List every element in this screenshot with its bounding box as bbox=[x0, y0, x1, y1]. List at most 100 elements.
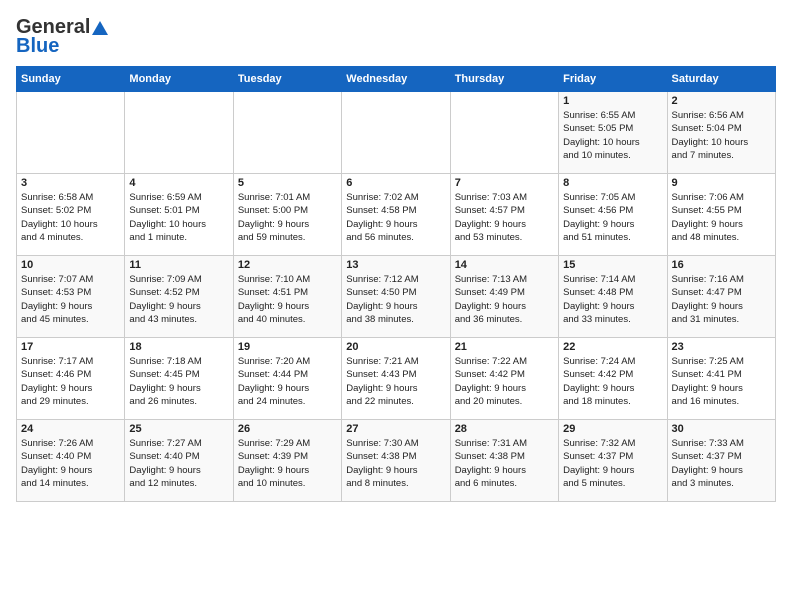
week-row-3: 17 Sunrise: 7:17 AM Sunset: 4:46 PM Dayli… bbox=[17, 338, 776, 420]
day-number: 23 bbox=[672, 341, 771, 353]
calendar-cell: 12 Sunrise: 7:10 AM Sunset: 4:51 PM Dayli… bbox=[233, 256, 341, 338]
calendar-cell: 29 Sunrise: 7:32 AM Sunset: 4:37 PM Dayli… bbox=[559, 420, 667, 502]
week-row-4: 24 Sunrise: 7:26 AM Sunset: 4:40 PM Dayli… bbox=[17, 420, 776, 502]
day-info: Sunrise: 7:14 AM Sunset: 4:48 PM Dayligh… bbox=[563, 273, 662, 326]
calendar-cell: 2 Sunrise: 6:56 AM Sunset: 5:04 PM Daylig… bbox=[667, 92, 775, 174]
calendar-cell: 16 Sunrise: 7:16 AM Sunset: 4:47 PM Dayli… bbox=[667, 256, 775, 338]
calendar-cell bbox=[125, 92, 233, 174]
day-number: 11 bbox=[129, 259, 228, 271]
calendar-cell: 20 Sunrise: 7:21 AM Sunset: 4:43 PM Dayli… bbox=[342, 338, 450, 420]
calendar-cell: 26 Sunrise: 7:29 AM Sunset: 4:39 PM Dayli… bbox=[233, 420, 341, 502]
day-number: 12 bbox=[238, 259, 337, 271]
day-info: Sunrise: 7:03 AM Sunset: 4:57 PM Dayligh… bbox=[455, 191, 554, 244]
week-row-1: 3Sunrise: 6:58 AM Sunset: 5:02 PM Daylig… bbox=[17, 174, 776, 256]
logo-triangle-icon bbox=[92, 21, 108, 35]
logo-blue: Blue bbox=[16, 35, 59, 58]
weekday-header-tuesday: Tuesday bbox=[233, 67, 341, 92]
day-info: Sunrise: 7:20 AM Sunset: 4:44 PM Dayligh… bbox=[238, 355, 337, 408]
weekday-header-wednesday: Wednesday bbox=[342, 67, 450, 92]
calendar-cell: 9 Sunrise: 7:06 AM Sunset: 4:55 PM Daylig… bbox=[667, 174, 775, 256]
day-info: Sunrise: 7:18 AM Sunset: 4:45 PM Dayligh… bbox=[129, 355, 228, 408]
day-info: Sunrise: 7:13 AM Sunset: 4:49 PM Dayligh… bbox=[455, 273, 554, 326]
day-number: 4 bbox=[129, 177, 228, 189]
calendar-cell: 22 Sunrise: 7:24 AM Sunset: 4:42 PM Dayli… bbox=[559, 338, 667, 420]
calendar-cell: 11Sunrise: 7:09 AM Sunset: 4:52 PM Dayli… bbox=[125, 256, 233, 338]
day-info: Sunrise: 7:22 AM Sunset: 4:42 PM Dayligh… bbox=[455, 355, 554, 408]
day-info: Sunrise: 7:29 AM Sunset: 4:39 PM Dayligh… bbox=[238, 437, 337, 490]
day-info: Sunrise: 7:24 AM Sunset: 4:42 PM Dayligh… bbox=[563, 355, 662, 408]
weekday-header-thursday: Thursday bbox=[450, 67, 558, 92]
week-row-0: 1 Sunrise: 6:55 AM Sunset: 5:05 PM Daylig… bbox=[17, 92, 776, 174]
day-number: 14 bbox=[455, 259, 554, 271]
calendar-cell: 13 Sunrise: 7:12 AM Sunset: 4:50 PM Dayli… bbox=[342, 256, 450, 338]
day-number: 17 bbox=[21, 341, 120, 353]
day-number: 22 bbox=[563, 341, 662, 353]
day-number: 9 bbox=[672, 177, 771, 189]
weekday-header-friday: Friday bbox=[559, 67, 667, 92]
day-info: Sunrise: 7:16 AM Sunset: 4:47 PM Dayligh… bbox=[672, 273, 771, 326]
day-number: 5 bbox=[238, 177, 337, 189]
day-number: 6 bbox=[346, 177, 445, 189]
calendar-cell: 30Sunrise: 7:33 AM Sunset: 4:37 PM Dayli… bbox=[667, 420, 775, 502]
calendar-table: SundayMondayTuesdayWednesdayThursdayFrid… bbox=[16, 66, 776, 502]
weekday-header-sunday: Sunday bbox=[17, 67, 125, 92]
day-number: 10 bbox=[21, 259, 120, 271]
day-number: 18 bbox=[129, 341, 228, 353]
page-header: General Blue bbox=[16, 16, 776, 58]
calendar-cell: 24 Sunrise: 7:26 AM Sunset: 4:40 PM Dayli… bbox=[17, 420, 125, 502]
day-number: 20 bbox=[346, 341, 445, 353]
calendar-cell bbox=[233, 92, 341, 174]
day-info: Sunrise: 7:01 AM Sunset: 5:00 PM Dayligh… bbox=[238, 191, 337, 244]
day-info: Sunrise: 7:05 AM Sunset: 4:56 PM Dayligh… bbox=[563, 191, 662, 244]
calendar-cell bbox=[17, 92, 125, 174]
calendar-cell: 18 Sunrise: 7:18 AM Sunset: 4:45 PM Dayli… bbox=[125, 338, 233, 420]
day-number: 7 bbox=[455, 177, 554, 189]
calendar-cell: 17 Sunrise: 7:17 AM Sunset: 4:46 PM Dayli… bbox=[17, 338, 125, 420]
day-number: 27 bbox=[346, 423, 445, 435]
day-info: Sunrise: 7:10 AM Sunset: 4:51 PM Dayligh… bbox=[238, 273, 337, 326]
calendar-header: SundayMondayTuesdayWednesdayThursdayFrid… bbox=[17, 67, 776, 92]
day-info: Sunrise: 7:27 AM Sunset: 4:40 PM Dayligh… bbox=[129, 437, 228, 490]
day-number: 16 bbox=[672, 259, 771, 271]
day-info: Sunrise: 6:59 AM Sunset: 5:01 PM Dayligh… bbox=[129, 191, 228, 244]
day-number: 29 bbox=[563, 423, 662, 435]
calendar-cell: 21 Sunrise: 7:22 AM Sunset: 4:42 PM Dayli… bbox=[450, 338, 558, 420]
calendar-cell: 14 Sunrise: 7:13 AM Sunset: 4:49 PM Dayli… bbox=[450, 256, 558, 338]
day-info: Sunrise: 7:17 AM Sunset: 4:46 PM Dayligh… bbox=[21, 355, 120, 408]
day-number: 28 bbox=[455, 423, 554, 435]
calendar-cell: 8 Sunrise: 7:05 AM Sunset: 4:56 PM Daylig… bbox=[559, 174, 667, 256]
day-number: 8 bbox=[563, 177, 662, 189]
calendar-cell: 27 Sunrise: 7:30 AM Sunset: 4:38 PM Dayli… bbox=[342, 420, 450, 502]
day-number: 2 bbox=[672, 95, 771, 107]
day-number: 19 bbox=[238, 341, 337, 353]
day-number: 24 bbox=[21, 423, 120, 435]
calendar-cell: 7 Sunrise: 7:03 AM Sunset: 4:57 PM Daylig… bbox=[450, 174, 558, 256]
day-number: 13 bbox=[346, 259, 445, 271]
calendar-cell: 3Sunrise: 6:58 AM Sunset: 5:02 PM Daylig… bbox=[17, 174, 125, 256]
day-info: Sunrise: 7:07 AM Sunset: 4:53 PM Dayligh… bbox=[21, 273, 120, 326]
week-row-2: 10 Sunrise: 7:07 AM Sunset: 4:53 PM Dayli… bbox=[17, 256, 776, 338]
day-info: Sunrise: 7:21 AM Sunset: 4:43 PM Dayligh… bbox=[346, 355, 445, 408]
weekday-header-monday: Monday bbox=[125, 67, 233, 92]
day-number: 1 bbox=[563, 95, 662, 107]
day-info: Sunrise: 7:26 AM Sunset: 4:40 PM Dayligh… bbox=[21, 437, 120, 490]
calendar-cell: 28 Sunrise: 7:31 AM Sunset: 4:38 PM Dayli… bbox=[450, 420, 558, 502]
day-info: Sunrise: 7:32 AM Sunset: 4:37 PM Dayligh… bbox=[563, 437, 662, 490]
day-number: 21 bbox=[455, 341, 554, 353]
calendar-cell: 5 Sunrise: 7:01 AM Sunset: 5:00 PM Daylig… bbox=[233, 174, 341, 256]
calendar-cell: 15 Sunrise: 7:14 AM Sunset: 4:48 PM Dayli… bbox=[559, 256, 667, 338]
calendar-cell: 25 Sunrise: 7:27 AM Sunset: 4:40 PM Dayli… bbox=[125, 420, 233, 502]
day-number: 25 bbox=[129, 423, 228, 435]
day-number: 26 bbox=[238, 423, 337, 435]
day-info: Sunrise: 7:06 AM Sunset: 4:55 PM Dayligh… bbox=[672, 191, 771, 244]
calendar-cell: 19 Sunrise: 7:20 AM Sunset: 4:44 PM Dayli… bbox=[233, 338, 341, 420]
calendar-cell bbox=[450, 92, 558, 174]
calendar-cell: 6Sunrise: 7:02 AM Sunset: 4:58 PM Daylig… bbox=[342, 174, 450, 256]
day-info: Sunrise: 7:30 AM Sunset: 4:38 PM Dayligh… bbox=[346, 437, 445, 490]
day-number: 30 bbox=[672, 423, 771, 435]
day-info: Sunrise: 7:12 AM Sunset: 4:50 PM Dayligh… bbox=[346, 273, 445, 326]
day-info: Sunrise: 6:55 AM Sunset: 5:05 PM Dayligh… bbox=[563, 109, 662, 162]
day-info: Sunrise: 7:31 AM Sunset: 4:38 PM Dayligh… bbox=[455, 437, 554, 490]
day-info: Sunrise: 6:56 AM Sunset: 5:04 PM Dayligh… bbox=[672, 109, 771, 162]
day-number: 15 bbox=[563, 259, 662, 271]
